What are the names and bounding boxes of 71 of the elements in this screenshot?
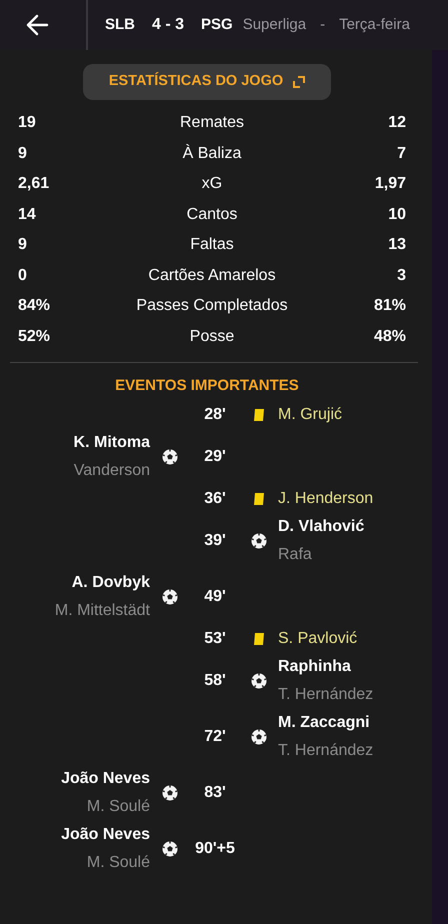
away-stat-value: 7 — [396, 144, 406, 164]
separator-dash: - — [320, 14, 326, 35]
stat-label: Cartões Amarelos — [147, 266, 277, 286]
assist-name: T. Hernández — [278, 740, 374, 760]
event-minute: 28' — [204, 404, 226, 424]
home-stat-value: 19 — [18, 113, 37, 134]
booking-card-icon — [253, 632, 265, 646]
stat-label: Remates — [178, 113, 246, 134]
away-team: PSG — [201, 14, 233, 35]
away-stat-value: 3 — [396, 266, 406, 286]
competition: Superliga — [242, 14, 306, 35]
player-name: João Neves — [61, 768, 150, 788]
assist-name: M. Soulé — [86, 796, 150, 816]
home-stat-value: 2,61 — [18, 174, 50, 194]
player-name: M. Grujić — [278, 404, 342, 424]
player-name: S. Pavlović — [278, 628, 358, 648]
section-title: EVENTOS IMPORTANTES — [115, 376, 299, 396]
home-team: SLB — [105, 14, 135, 35]
stat-label: Faltas — [189, 235, 235, 256]
away-stat-value: 12 — [387, 113, 406, 134]
stat-label: Passes Completados — [135, 296, 289, 316]
player-name: J. Henderson — [278, 488, 374, 508]
assist-name: T. Hernández — [278, 684, 374, 704]
expand-icon — [293, 76, 306, 88]
match-score: 4 - 3 — [152, 15, 184, 35]
home-stat-value: 52% — [18, 326, 52, 347]
home-stat-value: 14 — [18, 204, 37, 225]
event-minute: 83' — [204, 782, 226, 802]
match-day: Terça-feira — [339, 14, 410, 36]
event-minute: 90'+5 — [195, 838, 235, 858]
player-name: A. Dovbyk — [72, 572, 150, 592]
event-minute: 49' — [204, 586, 226, 606]
player-name: Raphinha — [278, 656, 351, 676]
player-name: D. Vlahović — [278, 516, 364, 536]
football-icon — [162, 588, 178, 604]
home-stat-value: 9 — [18, 235, 28, 256]
event-minute: 58' — [204, 670, 226, 690]
stat-label: Posse — [188, 326, 236, 347]
event-minute: 53' — [204, 628, 226, 648]
football-icon — [162, 840, 178, 856]
booking-card-icon — [253, 408, 265, 422]
event-minute: 36' — [204, 488, 226, 508]
football-icon — [251, 672, 267, 688]
football-icon — [251, 728, 267, 744]
match-stats-button[interactable]: ESTATÍSTICAS DO JOGO — [83, 64, 331, 100]
away-stat-value: 10 — [387, 204, 406, 225]
assist-name: M. Mittelstädt — [54, 600, 150, 620]
assist-name: M. Soulé — [86, 852, 150, 872]
event-minute: 72' — [204, 726, 226, 746]
football-icon — [162, 448, 178, 464]
home-stat-value: 9 — [18, 144, 28, 164]
away-stat-value: 48% — [372, 326, 406, 347]
stat-label: Cantos — [186, 204, 238, 225]
player-name: M. Zaccagni — [278, 712, 370, 732]
assist-name: Vanderson — [74, 460, 150, 480]
event-minute: 39' — [204, 530, 226, 550]
player-name: K. Mitoma — [74, 432, 150, 452]
away-stat-value: 1,97 — [374, 174, 406, 194]
away-stat-value: 81% — [372, 296, 406, 316]
football-icon — [162, 784, 178, 800]
assist-name: Rafa — [278, 544, 312, 564]
stat-label: xG — [200, 174, 224, 194]
event-minute: 29' — [204, 446, 226, 466]
home-stat-value: 84% — [18, 296, 52, 316]
booking-card-icon — [253, 492, 265, 506]
away-stat-value: 13 — [387, 235, 406, 256]
stat-label: À Baliza — [182, 143, 242, 164]
back-arrow-icon — [25, 14, 49, 36]
football-icon — [251, 532, 267, 548]
home-stat-value: 0 — [18, 266, 28, 286]
player-name: João Neves — [61, 824, 150, 844]
